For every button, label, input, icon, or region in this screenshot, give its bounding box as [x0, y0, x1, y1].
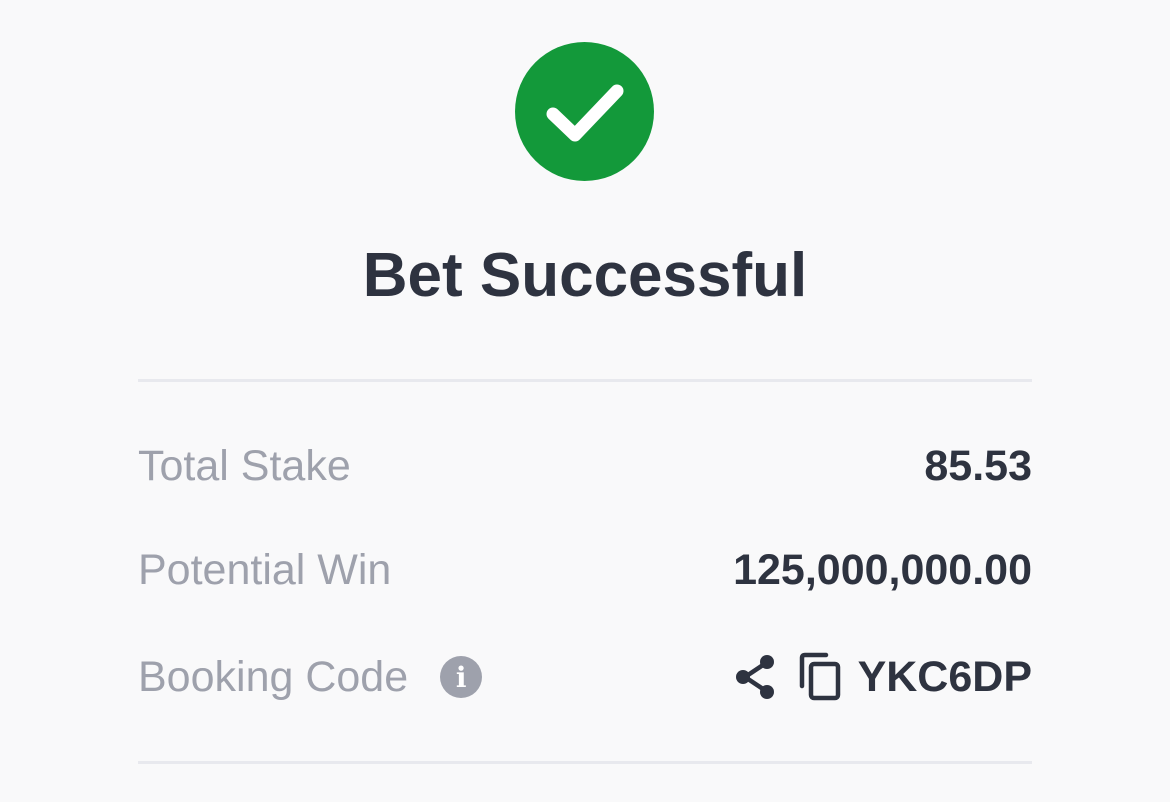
copy-icon[interactable] — [798, 652, 842, 702]
divider-bottom — [138, 761, 1032, 764]
check-circle-icon — [515, 42, 654, 181]
booking-code-value-group: YKC6DP — [734, 652, 1032, 702]
potential-win-row: Potential Win 125,000,000.00 — [138, 540, 1032, 600]
total-stake-label: Total Stake — [138, 441, 351, 490]
bet-success-panel: Bet Successful Total Stake 85.53 Potenti… — [0, 0, 1170, 802]
booking-code-label-group: Booking Code i — [138, 652, 483, 702]
booking-code-row: Booking Code i YKC6DP — [138, 647, 1032, 707]
page-title: Bet Successful — [362, 241, 808, 310]
booking-code-label: Booking Code — [138, 652, 409, 701]
potential-win-label: Potential Win — [138, 545, 392, 594]
booking-code-value[interactable]: YKC6DP — [858, 653, 1032, 702]
divider-top — [138, 379, 1032, 382]
total-stake-value: 85.53 — [924, 441, 1032, 490]
info-icon[interactable]: i — [440, 656, 483, 698]
total-stake-row: Total Stake 85.53 — [138, 436, 1032, 496]
share-icon[interactable] — [734, 654, 778, 700]
potential-win-value: 125,000,000.00 — [733, 545, 1032, 594]
